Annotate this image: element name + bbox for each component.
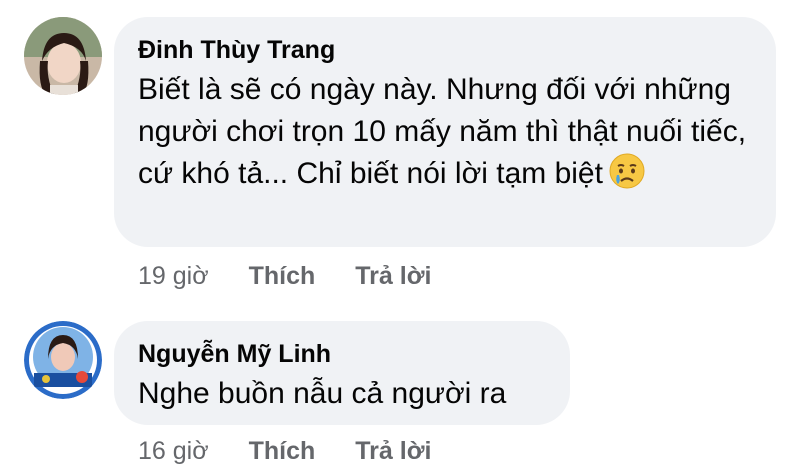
comment-bubble: Nguyễn Mỹ Linh Nghe buồn nẫu cả người ra: [114, 321, 570, 425]
comment-text: Biết là sẽ có ngày này. Nhưng đối với nh…: [138, 69, 750, 195]
like-button[interactable]: Thích: [249, 262, 316, 291]
reply-button[interactable]: Trả lời: [355, 262, 431, 291]
comment-timestamp[interactable]: 19 giờ: [138, 262, 209, 291]
comment-actions: 19 giờ Thích Trả lời: [138, 262, 431, 291]
avatar-dinh-thuy-trang[interactable]: [24, 17, 102, 95]
comment-text: Nghe buồn nẫu cả người ra: [138, 377, 507, 410]
like-button[interactable]: Thích: [249, 437, 316, 466]
avatar-photo-icon: [24, 321, 102, 399]
comment-bubble: Đinh Thùy Trang Biết là sẽ có ngày này. …: [114, 17, 776, 247]
comment-author[interactable]: Nguyễn Mỹ Linh: [138, 339, 544, 369]
comment-actions: 16 giờ Thích Trả lời: [138, 437, 431, 466]
comment-timestamp[interactable]: 16 giờ: [138, 437, 209, 466]
comment-text-content: Biết là sẽ có ngày này. Nhưng đối với nh…: [138, 73, 747, 190]
avatar-photo-icon: [24, 17, 102, 95]
avatar-nguyen-my-linh[interactable]: [24, 321, 102, 399]
reply-button[interactable]: Trả lời: [355, 437, 431, 466]
sad-tear-emoji-icon: [609, 153, 645, 189]
comment-author[interactable]: Đinh Thùy Trang: [138, 35, 750, 65]
